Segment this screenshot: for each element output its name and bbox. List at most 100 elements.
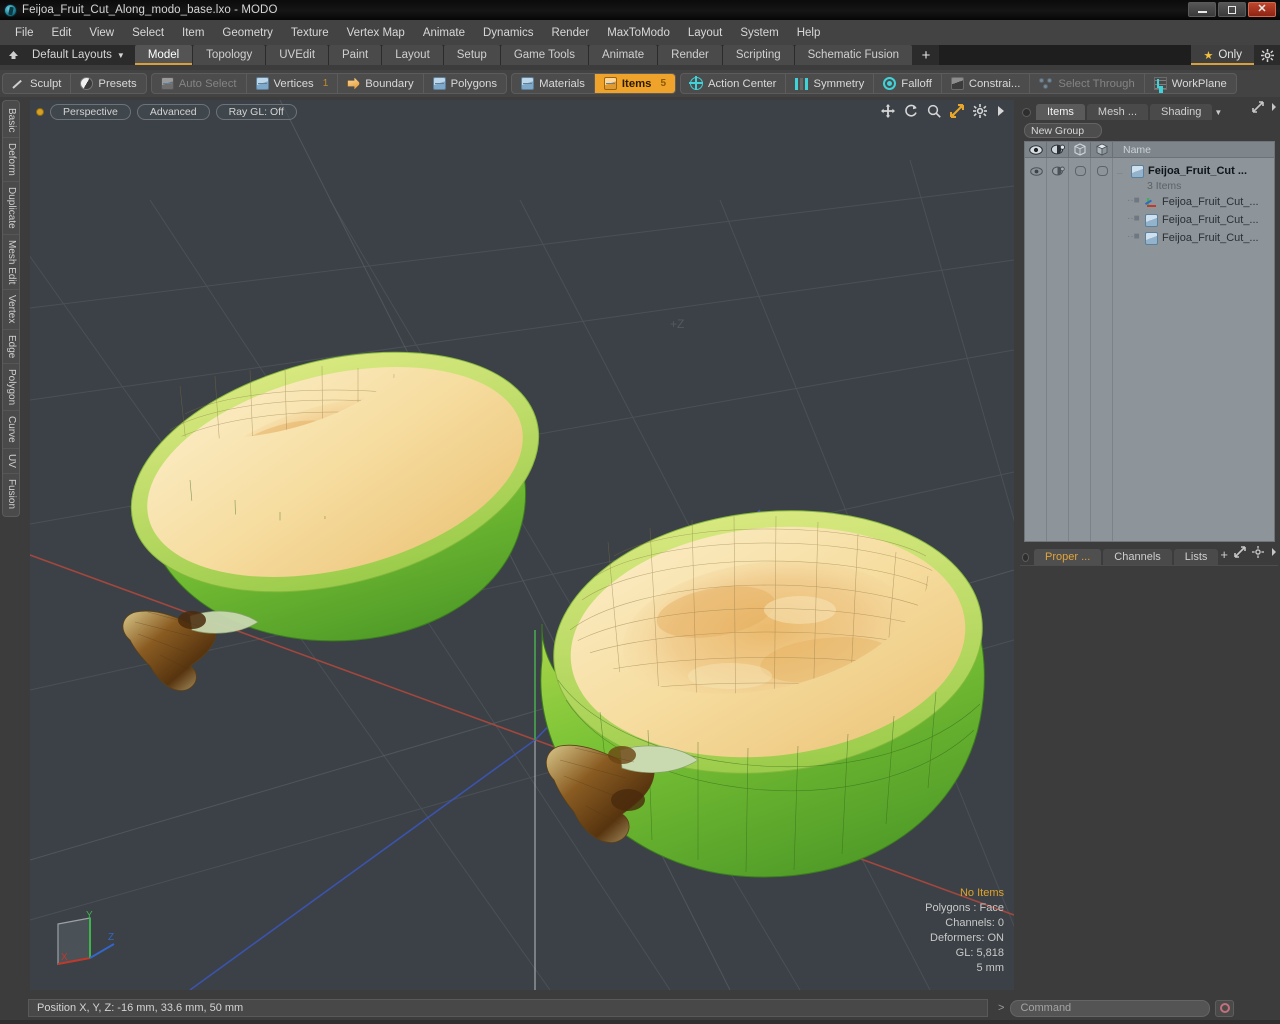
tab-overflow-chevron-icon[interactable]: ▼	[1214, 108, 1222, 120]
presets-button[interactable]: Presets	[71, 74, 145, 93]
menu-geometry[interactable]: Geometry	[213, 24, 282, 42]
tab-schematic-fusion[interactable]: Schematic Fusion	[794, 45, 913, 65]
viewport-projection-button[interactable]: Perspective	[50, 104, 131, 120]
new-group-button[interactable]: New Group	[1024, 123, 1102, 138]
viewport-shading-button[interactable]: Advanced	[136, 104, 210, 120]
tab-model[interactable]: Model	[134, 45, 193, 65]
sidebar-item-basic[interactable]: Basic	[3, 103, 19, 139]
sidebar-item-deform[interactable]: Deform	[3, 138, 19, 183]
row-shaded-toggle[interactable]	[1091, 163, 1113, 179]
expand-panel-icon[interactable]	[1234, 545, 1246, 563]
select-through-button[interactable]: Select Through	[1030, 74, 1145, 93]
column-render-visibility-icon[interactable]	[1047, 142, 1069, 157]
row-eye-toggle[interactable]	[1025, 163, 1047, 179]
chevron-right-icon[interactable]	[996, 104, 1006, 118]
falloff-button[interactable]: Falloff	[874, 74, 942, 93]
default-layouts-dropdown[interactable]: Default Layouts ▼	[26, 45, 135, 65]
panel-menu-dot-icon[interactable]	[1022, 553, 1030, 562]
menu-render[interactable]: Render	[542, 24, 598, 42]
vertices-button[interactable]: Vertices 1	[247, 74, 339, 93]
expand-panel-icon[interactable]	[1252, 100, 1264, 118]
minimize-button[interactable]	[1188, 2, 1216, 17]
tree-item-child-1[interactable]: ··■ Feijoa_Fruit_Cut_...	[1115, 193, 1274, 211]
action-center-button[interactable]: Action Center	[681, 74, 787, 93]
menu-select[interactable]: Select	[123, 24, 173, 42]
gear-icon[interactable]	[1252, 545, 1264, 563]
sidebar-item-fusion[interactable]: Fusion	[3, 474, 19, 514]
restore-button[interactable]	[1218, 2, 1246, 17]
tree-item-child-2[interactable]: ··■ Feijoa_Fruit_Cut_...	[1115, 211, 1274, 229]
sidebar-item-curve[interactable]: Curve	[3, 411, 19, 449]
tab-layout[interactable]: Layout	[382, 45, 443, 65]
menu-file[interactable]: File	[6, 24, 43, 42]
menu-help[interactable]: Help	[788, 24, 830, 42]
tree-collapse-icon[interactable]: _	[1117, 164, 1123, 175]
collapse-up-icon[interactable]	[0, 45, 26, 65]
add-tab-button[interactable]: +	[913, 45, 939, 65]
sidebar-item-edge[interactable]: Edge	[3, 330, 19, 365]
tab-channels[interactable]: Channels	[1103, 549, 1172, 565]
fit-view-icon[interactable]	[950, 104, 964, 118]
tab-shading[interactable]: Shading	[1150, 104, 1213, 120]
row-wire-toggle[interactable]	[1069, 163, 1091, 179]
rotate-icon[interactable]	[904, 104, 918, 118]
column-eye-icon[interactable]	[1025, 142, 1047, 157]
only-toggle-button[interactable]: ★ Only	[1191, 45, 1254, 65]
pan-icon[interactable]	[881, 104, 895, 118]
polygons-button[interactable]: Polygons	[424, 74, 506, 93]
tab-scripting[interactable]: Scripting	[722, 45, 794, 65]
command-input[interactable]: Command	[1010, 999, 1211, 1017]
tree-item-child-3[interactable]: ··■ Feijoa_Fruit_Cut_...	[1115, 229, 1274, 247]
3d-viewport[interactable]: +Z Perspective Advanced Ray GL: Off X Y …	[30, 100, 1014, 990]
column-shaded-cube-icon[interactable]	[1091, 142, 1113, 157]
tab-render[interactable]: Render	[658, 45, 722, 65]
panel-menu-dot-icon[interactable]	[1022, 108, 1031, 117]
auto-select-button[interactable]: Auto Select	[152, 74, 247, 93]
tab-items[interactable]: Items	[1036, 104, 1085, 120]
menu-texture[interactable]: Texture	[282, 24, 338, 42]
menu-maxtomodo[interactable]: MaxToModo	[598, 24, 679, 42]
menu-layout[interactable]: Layout	[679, 24, 732, 42]
sculpt-button[interactable]: Sculpt	[3, 74, 72, 93]
chevron-right-icon[interactable]	[1270, 545, 1278, 563]
items-button[interactable]: Items 5	[594, 74, 675, 93]
menu-system[interactable]: System	[731, 24, 787, 42]
constrain-button[interactable]: Constrai...	[942, 74, 1031, 93]
menu-edit[interactable]: Edit	[43, 24, 81, 42]
column-wireframe-cube-icon[interactable]	[1069, 142, 1091, 157]
viewport-raygl-button[interactable]: Ray GL: Off	[215, 104, 297, 120]
symmetry-button[interactable]: Symmetry	[786, 74, 875, 93]
sidebar-item-duplicate[interactable]: Duplicate	[3, 182, 19, 235]
item-list[interactable]: Name _ Feijoa_Fruit_Cut ... 3 Items ··■ …	[1024, 141, 1275, 542]
close-button[interactable]: ✕	[1248, 2, 1276, 17]
tree-item-root[interactable]: _ Feijoa_Fruit_Cut ...	[1115, 162, 1274, 180]
menu-view[interactable]: View	[80, 24, 123, 42]
sidebar-item-vertex[interactable]: Vertex	[3, 290, 19, 330]
menu-animate[interactable]: Animate	[414, 24, 474, 42]
record-macro-button[interactable]	[1215, 999, 1235, 1017]
menu-item[interactable]: Item	[173, 24, 213, 42]
materials-button[interactable]: Materials	[512, 74, 595, 93]
sidebar-item-polygon[interactable]: Polygon	[3, 364, 19, 412]
boundary-button[interactable]: Boundary	[338, 74, 424, 93]
menu-vertex-map[interactable]: Vertex Map	[338, 24, 414, 42]
chevron-right-icon[interactable]	[1270, 100, 1278, 118]
tab-topology[interactable]: Topology	[193, 45, 266, 65]
layout-settings-gear-icon[interactable]	[1254, 45, 1280, 65]
tab-animate[interactable]: Animate	[588, 45, 658, 65]
tab-game-tools[interactable]: Game Tools	[500, 45, 588, 65]
tab-lists[interactable]: Lists	[1173, 549, 1219, 565]
zoom-icon[interactable]	[927, 104, 941, 118]
tab-uvedit[interactable]: UVEdit	[266, 45, 329, 65]
row-render-toggle[interactable]	[1047, 163, 1069, 179]
sidebar-item-mesh-edit[interactable]: Mesh Edit	[3, 235, 19, 291]
gear-icon[interactable]	[973, 104, 987, 118]
menu-dynamics[interactable]: Dynamics	[474, 24, 542, 42]
tab-properties[interactable]: Proper ...	[1034, 549, 1102, 565]
workplane-button[interactable]: WorkPlane	[1145, 74, 1236, 93]
sidebar-item-uv[interactable]: UV	[3, 449, 19, 474]
tab-mesh[interactable]: Mesh ...	[1086, 104, 1149, 120]
add-tab-button[interactable]: +	[1220, 547, 1228, 562]
tab-paint[interactable]: Paint	[329, 45, 382, 65]
tab-setup[interactable]: Setup	[443, 45, 500, 65]
